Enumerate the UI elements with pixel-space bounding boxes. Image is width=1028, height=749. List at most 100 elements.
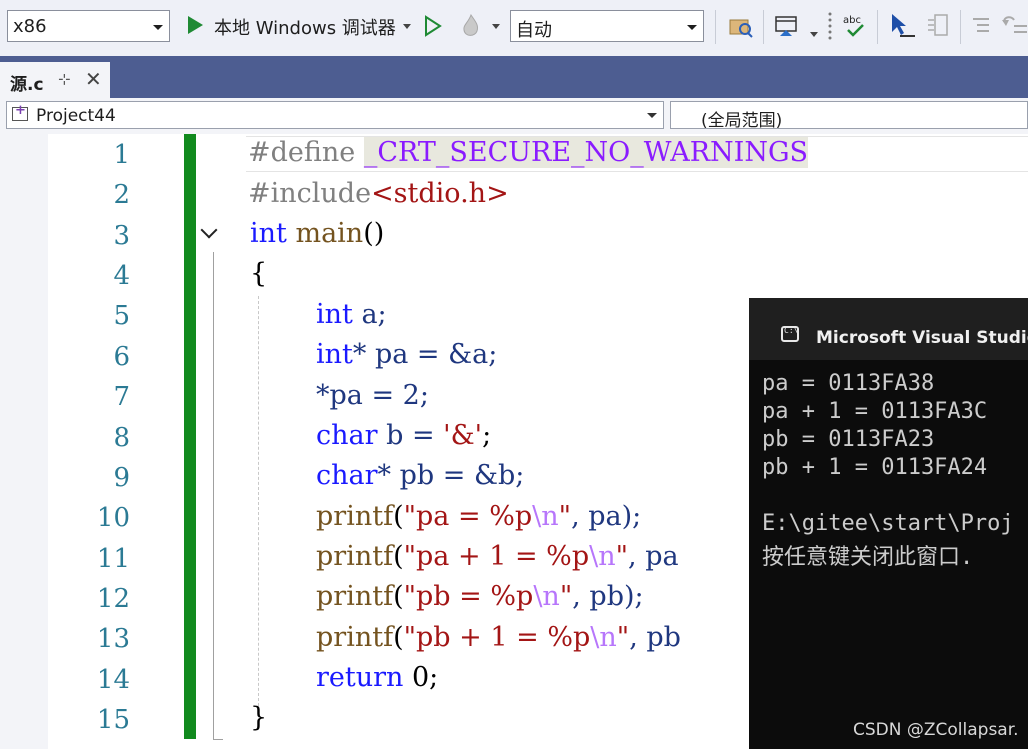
start-debugging-button[interactable]: 本地 Windows 调试器 bbox=[214, 14, 396, 40]
token-directive: #include bbox=[248, 178, 372, 209]
uncomment-lines-icon[interactable] bbox=[1000, 12, 1028, 38]
token-escape: \n bbox=[590, 622, 617, 653]
line-number: 1 bbox=[113, 140, 130, 170]
code-line-9: char* pb = &b; bbox=[316, 460, 524, 491]
token-string: "pb = %p bbox=[403, 581, 534, 612]
chevron-down-icon bbox=[687, 25, 697, 30]
spell-check-icon[interactable]: abc bbox=[842, 12, 868, 40]
token-keyword: int bbox=[250, 218, 287, 249]
code-line-6: int* pa = &a; bbox=[316, 339, 497, 370]
token-punct: ( bbox=[393, 622, 404, 653]
code-line-4: { bbox=[250, 258, 267, 289]
code-line-3: int main() bbox=[250, 218, 384, 249]
chevron-down-icon[interactable] bbox=[492, 24, 500, 29]
toolbar-grip-icon bbox=[828, 12, 832, 40]
code-line-7: *pa = 2; bbox=[316, 380, 429, 411]
comment-lines-icon[interactable] bbox=[970, 14, 992, 38]
console-output-line: E:\gitee\start\Proj bbox=[762, 511, 1014, 536]
token-string: " bbox=[616, 622, 630, 653]
pin-icon[interactable]: ⊹ bbox=[58, 70, 71, 88]
code-line-10: printf("pa = %p\n", pa); bbox=[316, 501, 641, 532]
line-number: 9 bbox=[113, 463, 130, 493]
scope-dropdown[interactable]: (全局范围) bbox=[670, 101, 1028, 131]
console-output-line: pb = 0113FA23 bbox=[762, 427, 935, 452]
format-document-icon[interactable] bbox=[925, 12, 951, 40]
start-without-debugging-icon[interactable] bbox=[424, 15, 442, 37]
console-output-line: pb + 1 = 0113FA24 bbox=[762, 455, 988, 480]
project-value: Project44 bbox=[36, 106, 116, 126]
console-title-bar[interactable]: Microsoft Visual Studio 调 bbox=[749, 298, 1028, 360]
tab-filename: 源.c bbox=[10, 75, 44, 95]
debug-console-window[interactable]: Microsoft Visual Studio 调 pa = 0113FA38 … bbox=[749, 298, 1028, 749]
chevron-down-icon bbox=[647, 113, 657, 118]
start-debugging-icon[interactable] bbox=[188, 16, 203, 34]
token-keyword: char bbox=[316, 420, 378, 451]
line-number: 4 bbox=[113, 261, 130, 291]
line-number: 3 bbox=[113, 221, 130, 251]
console-app-icon bbox=[781, 326, 799, 342]
console-output-line: pa = 0113FA38 bbox=[762, 371, 935, 396]
project-dropdown[interactable]: Project44 bbox=[6, 101, 664, 129]
console-output-line: pa + 1 = 0113FA3C bbox=[762, 399, 988, 424]
token-rest: * pb = &b; bbox=[377, 460, 525, 491]
token-directive: #define bbox=[248, 137, 356, 168]
toolbar-separator bbox=[877, 10, 878, 44]
solution-config-dropdown[interactable]: 自动 bbox=[510, 10, 704, 42]
toolbar-separator bbox=[960, 10, 961, 44]
token-function: printf bbox=[316, 541, 394, 572]
token-header: <stdio.h> bbox=[371, 178, 509, 209]
cursor-select-icon[interactable] bbox=[888, 12, 916, 40]
line-number: 14 bbox=[96, 665, 130, 695]
code-line-15: } bbox=[250, 702, 267, 733]
token-rest: , pb); bbox=[572, 581, 644, 612]
chevron-down-icon[interactable] bbox=[403, 24, 411, 29]
code-line-13: printf("pb + 1 = %p\n", pb bbox=[316, 622, 681, 653]
token-string: "pa + 1 = %p bbox=[403, 541, 590, 572]
code-line-14: return 0; bbox=[316, 662, 438, 693]
line-number: 6 bbox=[113, 342, 130, 372]
token-function: printf bbox=[316, 501, 394, 532]
close-icon[interactable]: ✕ bbox=[85, 67, 102, 91]
outline-fold-end bbox=[213, 739, 223, 740]
line-number: 2 bbox=[113, 180, 130, 210]
document-tab-strip: 源.c ⊹ ✕ bbox=[0, 56, 1028, 98]
token-char-literal: '&' bbox=[443, 420, 483, 451]
toolbar-separator bbox=[763, 10, 764, 44]
line-number: 15 bbox=[96, 705, 130, 735]
token-keyword: int bbox=[316, 299, 353, 330]
collapse-chevron-icon[interactable] bbox=[200, 221, 218, 239]
main-toolbar: x86 本地 Windows 调试器 自动 abc bbox=[0, 0, 1028, 56]
token-function: printf bbox=[316, 622, 394, 653]
folder-search-icon[interactable] bbox=[728, 14, 754, 38]
token-keyword: int bbox=[316, 339, 353, 370]
token-string: "pa = %p bbox=[403, 501, 533, 532]
navigation-bar: Project44 (全局范围) bbox=[0, 98, 1028, 134]
line-number: 11 bbox=[96, 544, 130, 574]
window-home-icon[interactable] bbox=[774, 14, 800, 40]
token-string: " bbox=[558, 501, 572, 532]
solution-config-value: 自动 bbox=[516, 20, 552, 41]
token-keyword: char bbox=[316, 460, 378, 491]
token-rest: , pa); bbox=[571, 501, 642, 532]
token-rest: 0; bbox=[403, 662, 439, 693]
chevron-down-icon[interactable] bbox=[810, 32, 818, 37]
hot-reload-icon[interactable] bbox=[459, 13, 483, 39]
scope-value: (全局范围) bbox=[701, 111, 783, 131]
svg-text:abc: abc bbox=[843, 15, 861, 26]
chevron-down-icon bbox=[153, 25, 163, 30]
token-escape: \n bbox=[589, 541, 616, 572]
token-brace: } bbox=[250, 702, 268, 733]
tab-source-file[interactable]: 源.c ⊹ ✕ bbox=[0, 62, 110, 98]
token-escape: \n bbox=[533, 581, 560, 612]
token-punct: () bbox=[363, 218, 385, 249]
project-icon bbox=[12, 103, 28, 121]
token-rest: a; bbox=[352, 299, 387, 330]
code-line-11: printf("pa + 1 = %p\n", pa bbox=[316, 541, 679, 572]
platform-dropdown[interactable]: x86 bbox=[7, 10, 170, 42]
glyph-margin[interactable] bbox=[0, 134, 48, 749]
code-line-12: printf("pb = %p\n", pb); bbox=[316, 581, 644, 612]
platform-value: x86 bbox=[13, 16, 47, 37]
change-tracking-bar bbox=[184, 134, 196, 739]
token-string: " bbox=[559, 581, 573, 612]
code-line-5: int a; bbox=[316, 299, 387, 330]
